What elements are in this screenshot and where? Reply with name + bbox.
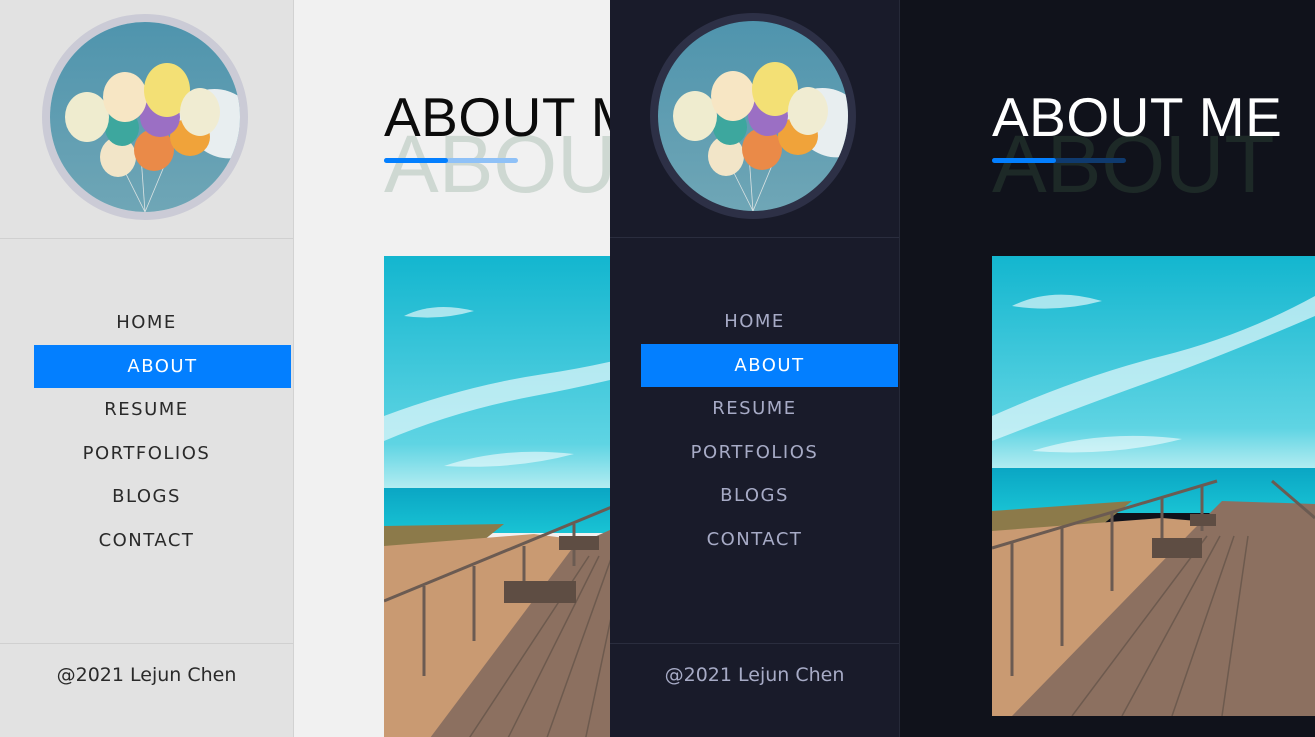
balloons-avatar-icon	[50, 22, 240, 212]
dark-sidebar-divider-top	[610, 237, 899, 238]
dark-nav-menu: HOME ABOUT RESUME PORTFOLIOS BLOGS CONTA…	[610, 300, 899, 561]
dark-sidebar: HOME ABOUT RESUME PORTFOLIOS BLOGS CONTA…	[610, 0, 900, 737]
dark-title-block: ABOUT ABOUT ME	[992, 82, 1283, 210]
light-footer-copyright: @2021 Lejun Chen	[56, 664, 237, 686]
light-nav-blogs[interactable]: BLOGS	[0, 475, 293, 519]
light-avatar[interactable]	[42, 14, 248, 220]
seaside-boardwalk-photo	[992, 256, 1315, 716]
dark-nav-resume[interactable]: RESUME	[610, 387, 899, 431]
dark-about-photo	[992, 256, 1315, 716]
light-sidebar: HOME ABOUT RESUME PORTFOLIOS BLOGS CONTA…	[0, 0, 294, 737]
light-sidebar-divider-bottom	[0, 643, 293, 644]
light-page-title: ABOUT ME	[384, 86, 610, 148]
light-nav-about[interactable]: ABOUT	[34, 344, 291, 388]
balloons-avatar-icon	[658, 21, 848, 211]
dark-nav-blogs[interactable]: BLOGS	[610, 474, 899, 518]
dark-theme-panel: ABOUT ABOUT ME HOME ABOUT RESUME PORTFOL…	[610, 0, 1315, 737]
light-nav-home[interactable]: HOME	[0, 301, 293, 345]
light-nav-resume[interactable]: RESUME	[0, 388, 293, 432]
dark-title-underline	[992, 158, 1126, 163]
dark-page-title: ABOUT ME	[992, 86, 1283, 148]
light-about-photo	[384, 256, 610, 737]
dark-main-content: ABOUT ABOUT ME	[900, 0, 1315, 737]
dark-sidebar-divider-bottom	[610, 643, 899, 644]
dark-nav-portfolios[interactable]: PORTFOLIOS	[610, 431, 899, 475]
dark-nav-home[interactable]: HOME	[610, 300, 899, 344]
light-title-underline	[384, 158, 518, 163]
light-main-content: ABOUT ABOUT ME	[294, 0, 610, 737]
light-theme-panel: ABOUT ABOUT ME	[0, 0, 610, 737]
dark-nav-contact[interactable]: CONTACT	[610, 518, 899, 562]
dark-footer-copyright: @2021 Lejun Chen	[664, 664, 845, 686]
light-title-block: ABOUT ABOUT ME	[384, 82, 610, 210]
light-nav-menu: HOME ABOUT RESUME PORTFOLIOS BLOGS CONTA…	[0, 301, 293, 562]
light-nav-contact[interactable]: CONTACT	[0, 519, 293, 563]
light-nav-portfolios[interactable]: PORTFOLIOS	[0, 432, 293, 476]
light-sidebar-divider-top	[0, 238, 293, 239]
dark-nav-about[interactable]: ABOUT	[641, 343, 898, 387]
seaside-boardwalk-photo	[384, 256, 610, 737]
dark-avatar[interactable]	[650, 13, 856, 219]
